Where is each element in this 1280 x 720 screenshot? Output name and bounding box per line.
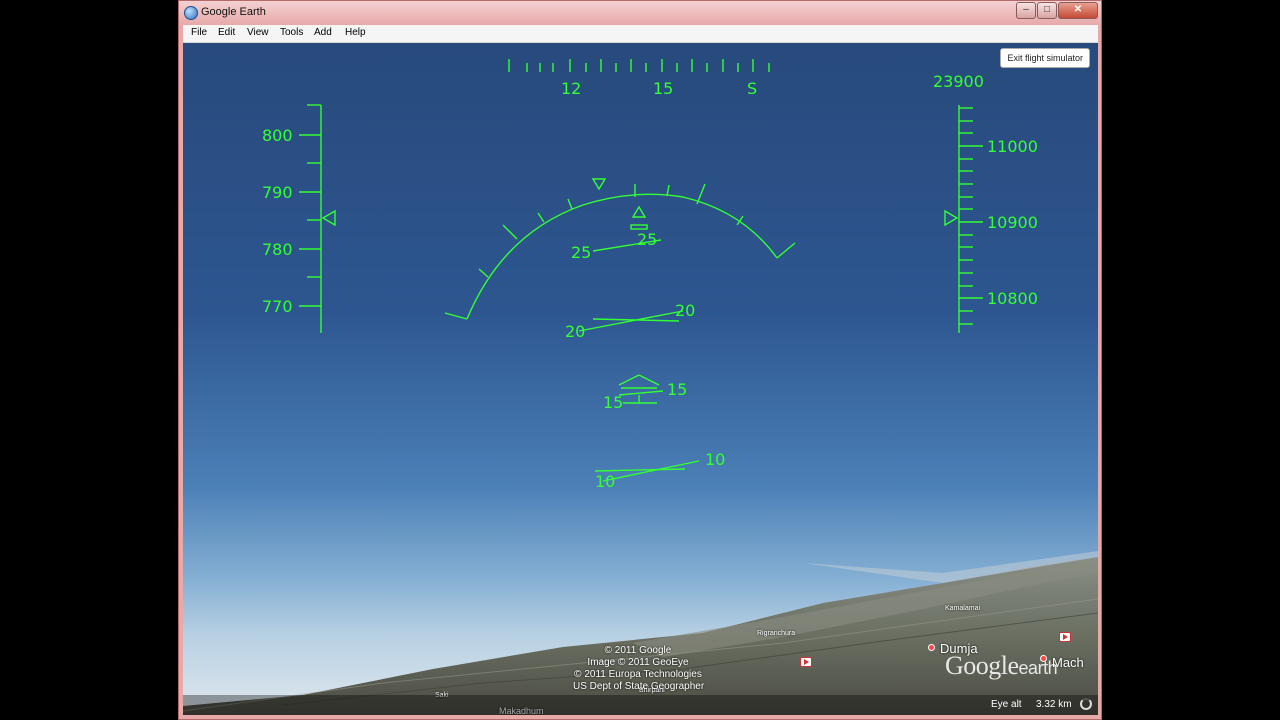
altitude-top-readout: 23900	[933, 72, 984, 91]
menu-tools[interactable]: Tools	[280, 27, 303, 38]
heading-label-s: S	[747, 79, 757, 98]
google-earth-window: Google Earth – □ ✕ File Edit View Tools …	[178, 0, 1102, 720]
altitude-tape	[944, 105, 983, 333]
google-earth-logo: Googleearth	[945, 651, 1058, 680]
credit-line: US Dept of State Geographer	[573, 681, 705, 692]
altitude-label-11000: 11000	[987, 137, 1038, 156]
close-icon[interactable]: ✕	[1058, 2, 1098, 19]
eye-alt-value: 3.32 km	[1036, 699, 1072, 710]
credit-line: Image © 2011 GeoEye	[587, 657, 689, 668]
pitch-label-10-right: 10	[705, 450, 725, 469]
youtube-icon[interactable]	[800, 657, 812, 667]
pitch-label-10-left: 10	[595, 472, 615, 491]
menu-file[interactable]: File	[191, 27, 207, 38]
speed-label-770: 770	[262, 297, 293, 316]
place-marker-icon[interactable]	[928, 644, 935, 651]
speed-label-790: 790	[262, 183, 293, 202]
pitch-label-25-right: 25	[637, 230, 657, 249]
maximize-icon[interactable]: □	[1037, 2, 1057, 19]
pitch-label-25-left: 25	[571, 243, 591, 262]
pitch-label-15-left: 15	[603, 393, 623, 412]
menu-view[interactable]: View	[247, 27, 269, 38]
altitude-label-10800: 10800	[987, 289, 1038, 308]
streaming-progress-icon	[1080, 698, 1092, 710]
pitch-label-20-left: 20	[565, 322, 585, 341]
imagery-credits: © 2011 Google Image © 2011 GeoEye © 2011…	[573, 645, 705, 693]
earth-3d-view[interactable]: 12 15 S 23900 800 790 780 770 11000 1090…	[183, 43, 1098, 715]
place-kamalamai[interactable]: Kamalamai	[945, 605, 980, 612]
pitch-ladder	[578, 224, 700, 482]
flight-hud: 12 15 S 23900 800 790 780 770 11000 1090…	[262, 59, 1038, 491]
altitude-label-10900: 10900	[987, 213, 1038, 232]
minimize-icon[interactable]: –	[1016, 2, 1036, 19]
speed-tape	[299, 104, 336, 333]
credit-line: © 2011 Google	[604, 645, 672, 656]
pitch-label-15-right: 15	[667, 380, 687, 399]
bank-arc	[444, 178, 796, 320]
speed-label-800: 800	[262, 126, 293, 145]
youtube-icon[interactable]	[1059, 632, 1071, 642]
menu-bar: File Edit View Tools Add Help	[183, 25, 1098, 43]
heading-tape	[508, 59, 770, 72]
window-controls: – □ ✕	[1015, 2, 1098, 19]
status-bar: Eye alt 3.32 km	[183, 695, 1098, 715]
pitch-label-20-right: 20	[675, 301, 695, 320]
heading-label-12: 12	[561, 79, 581, 98]
heading-label-15: 15	[653, 79, 673, 98]
speed-label-780: 780	[262, 240, 293, 259]
menu-add[interactable]: Add	[314, 27, 332, 38]
exit-flight-simulator-button[interactable]: Exit flight simulator	[1000, 48, 1090, 68]
credit-line: © 2011 Europa Technologies	[574, 669, 702, 680]
place-rigranchura[interactable]: Rigranchura	[757, 630, 795, 637]
google-earth-icon	[184, 6, 198, 20]
menu-help[interactable]: Help	[345, 27, 366, 38]
title-bar[interactable]: Google Earth – □ ✕	[179, 1, 1101, 25]
eye-alt-label: Eye alt	[991, 699, 1022, 710]
window-title: Google Earth	[201, 6, 266, 18]
menu-edit[interactable]: Edit	[218, 27, 235, 38]
